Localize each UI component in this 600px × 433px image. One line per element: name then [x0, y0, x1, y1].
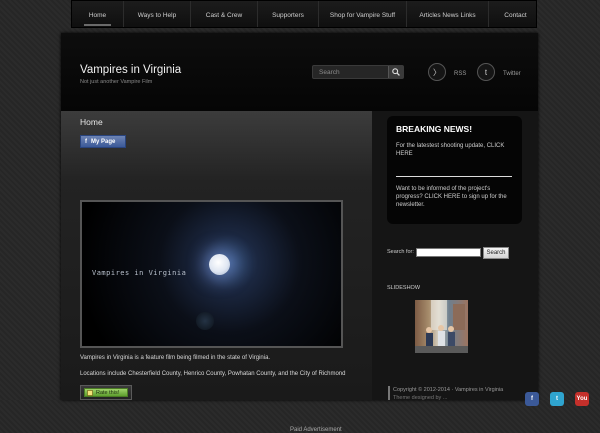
search-button[interactable]	[388, 66, 403, 78]
rss-glyph: 〉	[433, 67, 441, 77]
slideshow-image[interactable]	[415, 300, 468, 353]
paid-advertisement-label: Paid Advertisement	[290, 427, 342, 433]
copyright-text: Copyright © 2012-2014 · Vampires in Virg…	[393, 387, 504, 393]
facebook-icon: f	[85, 138, 87, 145]
nav-item-articles[interactable]: Articles News Links	[407, 1, 489, 27]
locations-paragraph: Locations include Chesterfield County, H…	[80, 371, 346, 377]
slideshow-photo	[415, 300, 468, 353]
main-content: Home f My Page Vampires in Virginia Vamp…	[61, 111, 372, 433]
sidebar: BREAKING NEWS! For the latestest shootin…	[372, 111, 538, 401]
rate-inner: Rate this!	[84, 388, 128, 397]
facebook-glyph: f	[531, 396, 533, 402]
footer-divider	[388, 386, 390, 400]
rate-this-button[interactable]: Rate this!	[80, 385, 132, 400]
site-header: Vampires in Virginia Not just another Va…	[61, 33, 538, 111]
twitter-glyph: t	[484, 67, 488, 77]
video-title: Vampires in Virginia	[92, 269, 187, 277]
newsletter-signup-link[interactable]: Want to be informed of the project's pro…	[396, 185, 514, 209]
nav-item-ways-to-help[interactable]: Ways to Help	[124, 1, 191, 27]
intro-paragraph: Vampires in Virginia is a feature film b…	[80, 355, 271, 361]
theme-credit[interactable]: Theme designed by ...	[393, 395, 447, 401]
facebook-icon[interactable]: f	[525, 392, 539, 406]
sidebar-search-label: Search for:	[387, 249, 414, 255]
youtube-glyph: You	[576, 396, 588, 402]
twitter-link[interactable]: Twitter	[503, 71, 521, 77]
mypage-label: My Page	[91, 138, 116, 145]
sidebar-search-input[interactable]	[416, 248, 481, 257]
page-title: Home	[80, 117, 103, 127]
rate-label: Rate this!	[96, 389, 120, 396]
nav-item-supporters[interactable]: Supporters	[258, 1, 319, 27]
twitter-glyph: t	[556, 396, 558, 402]
top-navigation: Home Ways to Help Cast & Crew Supporters…	[71, 0, 537, 28]
page-container: Vampires in Virginia Not just another Va…	[61, 33, 538, 433]
video-player[interactable]: Vampires in Virginia	[80, 200, 343, 348]
site-title[interactable]: Vampires in Virginia	[80, 64, 181, 76]
shooting-update-link[interactable]: For the latestest shooting update, CLICK…	[396, 142, 514, 158]
search-icon	[392, 68, 400, 76]
breaking-news-title: BREAKING NEWS!	[396, 124, 473, 134]
breaking-divider	[396, 176, 512, 177]
rss-link[interactable]: RSS	[454, 71, 466, 77]
twitter-icon[interactable]: t	[550, 392, 564, 406]
twitter-icon[interactable]: t	[477, 63, 495, 81]
nav-item-contact[interactable]: Contact	[489, 1, 542, 27]
nav-item-cast-crew[interactable]: Cast & Crew	[191, 1, 258, 27]
rss-icon[interactable]: 〉	[428, 63, 446, 81]
moon-image	[209, 254, 230, 275]
moon-reflection	[196, 312, 214, 330]
sidebar-search-button[interactable]: Search	[483, 247, 509, 259]
rate-icon	[87, 389, 93, 396]
facebook-mypage-button[interactable]: f My Page	[80, 135, 126, 148]
nav-item-home[interactable]: Home	[72, 1, 124, 27]
nav-item-shop[interactable]: Shop for Vampire Stuff	[319, 1, 407, 27]
search-input[interactable]	[316, 66, 394, 78]
breaking-news-widget: BREAKING NEWS! For the latestest shootin…	[387, 116, 522, 224]
header-search	[312, 65, 404, 79]
slideshow-heading: SLIDESHOW	[387, 285, 421, 291]
youtube-icon[interactable]: You	[575, 392, 589, 406]
site-tagline: Not just another Vampire Film	[80, 79, 153, 85]
